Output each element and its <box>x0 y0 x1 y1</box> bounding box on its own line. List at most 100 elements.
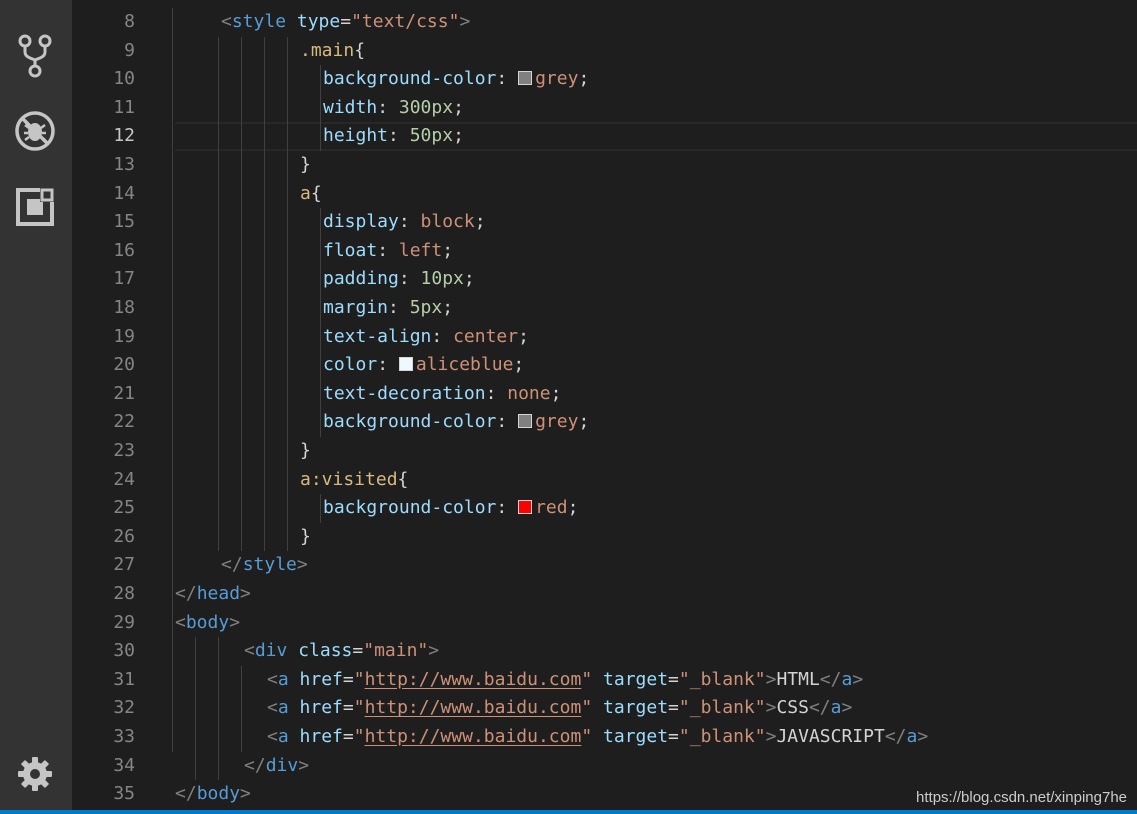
code-line[interactable]: <a href="http://www.baidu.com" target="_… <box>175 694 1137 723</box>
indent-guide <box>218 36 219 552</box>
code-token: " <box>353 726 365 747</box>
code-token: style <box>242 554 297 576</box>
code-line[interactable]: </style> <box>175 551 1137 580</box>
code-token: </ <box>808 697 831 719</box>
code-token: target <box>603 697 669 719</box>
line-number: 26 <box>113 525 135 547</box>
line-number: 20 <box>113 354 135 376</box>
code-token: "_blank" <box>678 726 766 747</box>
code-token: : <box>496 497 519 519</box>
code-token: background-color <box>323 411 497 433</box>
code-token: target <box>603 668 669 690</box>
code-line[interactable]: a{ <box>175 180 1137 209</box>
code-token: " <box>353 668 365 690</box>
code-token: > <box>428 640 440 662</box>
code-token: a <box>277 726 289 747</box>
code-token: http://www.baidu.com <box>364 697 582 719</box>
code-token: a <box>277 697 289 719</box>
code-line[interactable]: <body> <box>175 609 1137 638</box>
source-control-icon[interactable] <box>12 33 58 79</box>
line-number: 13 <box>113 154 135 175</box>
code-token: ; <box>518 325 529 347</box>
code-token: a <box>300 182 311 204</box>
color-swatch[interactable] <box>518 71 533 86</box>
code-line[interactable]: </div> <box>175 752 1137 781</box>
code-line[interactable]: <div class="main"> <box>175 637 1137 666</box>
code-token: < <box>244 640 255 662</box>
code-token: display <box>323 211 399 233</box>
debug-icon[interactable] <box>12 108 58 154</box>
code-token: href <box>299 697 343 719</box>
code-token: ; <box>578 68 590 90</box>
code-line[interactable]: a:visited{ <box>175 466 1137 495</box>
code-token: : <box>388 297 410 318</box>
code-token: http://www.baidu.com <box>364 726 582 747</box>
code-line[interactable]: } <box>175 437 1137 466</box>
code-token: > <box>459 11 471 32</box>
code-token: </ <box>884 726 907 747</box>
code-line[interactable]: <a href="http://www.baidu.com" target="_… <box>175 723 1137 752</box>
code-token: = <box>352 640 364 662</box>
code-token: " <box>581 668 593 690</box>
code-area[interactable]: <style type="text/css"> .main{ background-… <box>172 0 1137 810</box>
code-line[interactable]: <a href="http://www.baidu.com" target="_… <box>175 666 1137 695</box>
code-token: < <box>221 11 232 32</box>
line-number: 33 <box>113 726 135 747</box>
line-number: 24 <box>113 468 135 490</box>
color-swatch[interactable] <box>518 414 533 429</box>
code-line[interactable]: } <box>175 151 1137 180</box>
code-token: > <box>229 611 241 633</box>
code-token: : <box>496 411 519 433</box>
extensions-icon[interactable] <box>12 184 58 230</box>
code-token: ; <box>453 96 464 118</box>
code-token: : <box>377 354 399 376</box>
line-number: 18 <box>113 297 135 318</box>
line-number: 12 <box>113 125 135 147</box>
code-token: : <box>496 68 519 90</box>
code-token: grey <box>535 411 579 433</box>
indent-guide <box>218 637 219 781</box>
code-token: " <box>581 697 593 719</box>
code-line[interactable]: </head> <box>175 580 1137 609</box>
code-token: a <box>830 697 842 719</box>
code-token: float <box>323 239 378 261</box>
line-number: 15 <box>113 211 135 233</box>
indent-guide <box>172 8 173 752</box>
code-token: : <box>431 325 454 347</box>
line-number: 16 <box>113 239 135 261</box>
line-number: 29 <box>113 611 135 633</box>
code-token: > <box>765 668 777 690</box>
indent-guide <box>320 494 321 523</box>
code-token: width <box>323 96 378 118</box>
line-number: 32 <box>113 697 135 719</box>
code-token: href <box>299 668 343 690</box>
code-token: > <box>296 554 308 576</box>
settings-gear-icon[interactable] <box>12 751 58 797</box>
code-token: ; <box>442 297 454 318</box>
code-token: " <box>353 697 365 719</box>
code-token: ; <box>442 239 454 261</box>
code-token: : <box>377 96 399 118</box>
color-swatch[interactable] <box>518 500 533 515</box>
code-line[interactable]: .main{ <box>175 37 1137 66</box>
code-editor[interactable]: 8 9 10 11 12 13 14 15 16 17 18 19 20 21 22 23 24 25 26 27 28… <box>72 0 1137 810</box>
code-token: height <box>323 125 389 147</box>
code-line[interactable]: <style type="text/css"> <box>175 8 1137 37</box>
line-number: 11 <box>113 96 135 118</box>
code-token: : <box>398 268 421 290</box>
line-number: 19 <box>113 325 135 347</box>
code-token: ; <box>453 125 464 147</box>
code-token: { <box>354 39 366 61</box>
code-token: color <box>323 354 378 376</box>
line-number: 14 <box>113 182 135 204</box>
code-line[interactable]: } <box>175 523 1137 552</box>
code-token: > <box>765 726 777 747</box>
line-number: 17 <box>113 268 135 290</box>
code-token: } <box>300 154 311 175</box>
code-token: block <box>420 211 475 233</box>
color-swatch[interactable] <box>398 357 413 372</box>
